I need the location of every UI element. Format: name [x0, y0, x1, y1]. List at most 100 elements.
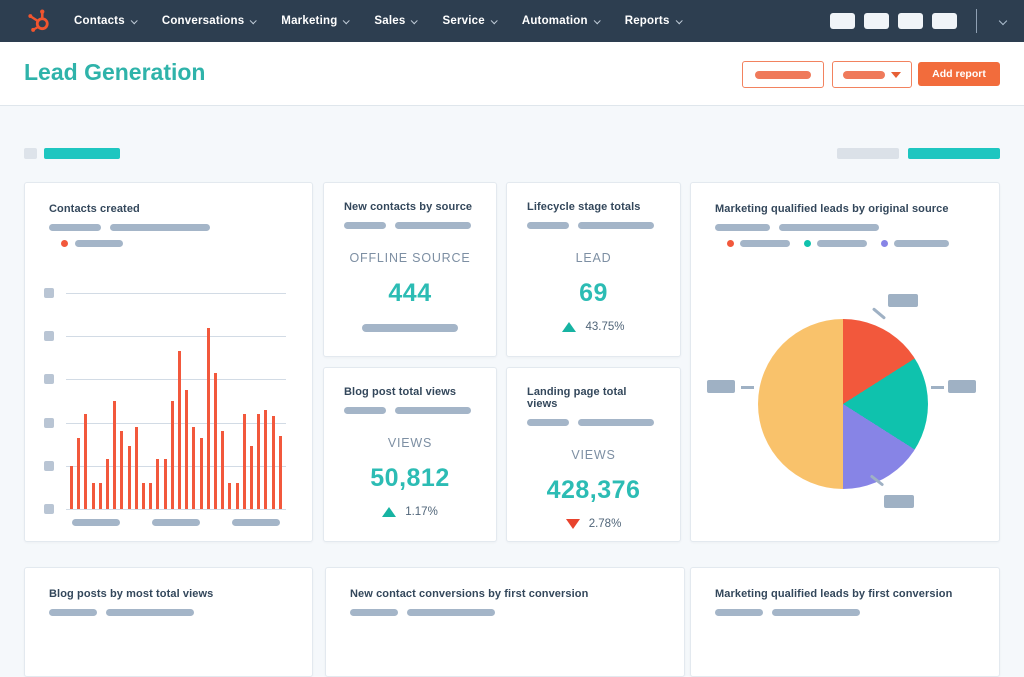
toolbar-action-placeholder[interactable]: [908, 148, 1000, 159]
bar: [91, 483, 95, 509]
trend-up-icon: [562, 322, 577, 332]
y-tick-placeholder: [44, 331, 54, 342]
hubspot-logo-icon[interactable]: [24, 6, 54, 36]
legend-dot-icon: [727, 240, 734, 247]
card-blog-posts-most-views: Blog posts by most total views: [24, 567, 313, 677]
toolbar-option-placeholder[interactable]: [837, 148, 899, 159]
bar: [250, 446, 254, 509]
trend-up-icon: [382, 507, 397, 517]
text-placeholder: [110, 224, 210, 231]
x-tick-placeholder: [232, 519, 280, 526]
bar: [228, 483, 232, 509]
header-dropdown-button[interactable]: [832, 61, 912, 88]
nav-item-reports[interactable]: Reports: [624, 15, 683, 27]
bar: [142, 483, 146, 509]
header-action-button-1[interactable]: [742, 61, 824, 88]
metric-label: LEAD: [575, 251, 612, 265]
bar: [149, 483, 153, 509]
chart-legend: [61, 240, 288, 247]
pie-callout-line: [871, 307, 887, 320]
nav-right-tools: [830, 0, 1024, 42]
x-tick-placeholder: [152, 519, 200, 526]
y-tick-placeholder: [44, 417, 54, 428]
delta-value: 43.75%: [585, 321, 625, 333]
toolbar-filter-placeholder[interactable]: [44, 148, 120, 159]
legend-dot-icon: [881, 240, 888, 247]
text-placeholder: [527, 419, 569, 426]
bar: [127, 446, 131, 509]
text-placeholder: [772, 609, 860, 616]
card-mql-by-first-conversion: Marketing qualified leads by first conve…: [690, 567, 1000, 677]
chevron-down-icon: [249, 16, 258, 24]
y-tick-placeholder: [44, 460, 54, 471]
bar: [257, 413, 261, 509]
card-title: Marketing qualified leads by original so…: [715, 203, 949, 215]
chevron-down-icon: [343, 16, 351, 24]
pie-legend: [727, 240, 975, 247]
bar: [120, 431, 124, 509]
nav-item-label: Sales: [374, 15, 406, 27]
card-contacts-created: Contacts created: [24, 182, 313, 542]
text-placeholder: [779, 224, 879, 231]
text-placeholder: [715, 609, 763, 616]
x-axis-labels: [66, 519, 286, 526]
pie-chart: [758, 319, 928, 489]
card-title: Contacts created: [49, 203, 140, 215]
nav-tool-icon-placeholder[interactable]: [864, 13, 889, 29]
nav-item-sales[interactable]: Sales: [374, 15, 419, 27]
bar: [221, 431, 225, 509]
text-placeholder: [344, 222, 386, 229]
card-subtitle-placeholders: [527, 222, 660, 229]
redacted-button-label: [755, 70, 811, 79]
card-title: Blog post total views: [344, 386, 457, 398]
metric-delta: 2.78%: [527, 518, 660, 530]
text-placeholder: [715, 224, 770, 231]
nav-item-conversations[interactable]: Conversations: [161, 15, 258, 27]
chevron-down-icon: [675, 16, 683, 24]
bar: [235, 483, 239, 509]
text-placeholder: [578, 222, 654, 229]
metric-value: 444: [388, 279, 432, 307]
trend-down-icon: [565, 519, 580, 529]
legend-dot-icon: [804, 240, 811, 247]
add-report-button[interactable]: Add report: [918, 62, 1000, 86]
card-title: New contact conversions by first convers…: [350, 588, 589, 600]
pie-callout-label-placeholder: [884, 495, 914, 508]
nav-menu: Contacts Conversations Marketing Sales Servi…: [74, 15, 683, 27]
metric-value: 428,376: [546, 476, 641, 504]
nav-item-service[interactable]: Service: [442, 15, 498, 27]
nav-item-marketing[interactable]: Marketing: [281, 15, 351, 27]
nav-item-label: Conversations: [161, 15, 245, 27]
metric-delta: 1.17%: [344, 506, 476, 518]
nav-item-label: Reports: [624, 15, 670, 27]
card-subtitle-placeholders: [344, 222, 476, 229]
legend-label-placeholder: [740, 240, 790, 247]
card-subtitle-placeholders: [715, 224, 975, 231]
nav-tool-icon-placeholder[interactable]: [830, 13, 855, 29]
bar: [214, 372, 218, 509]
toolbar-icon-placeholder[interactable]: [24, 148, 37, 159]
card-subtitle-placeholders: [527, 419, 660, 426]
nav-item-automation[interactable]: Automation: [522, 15, 601, 27]
bar: [206, 327, 210, 509]
account-chevron-down-icon[interactable]: [998, 16, 1008, 26]
metric-value: 69: [579, 279, 608, 307]
card-blog-post-total-views: Blog post total views VIEWS 50,812 1.17%: [323, 367, 497, 542]
bar: [271, 416, 275, 509]
nav-item-contacts[interactable]: Contacts: [74, 15, 138, 27]
y-tick-placeholder: [44, 288, 54, 298]
bar: [70, 465, 73, 509]
nav-tool-icon-placeholder[interactable]: [932, 13, 957, 29]
text-placeholder: [578, 419, 654, 426]
text-placeholder: [395, 407, 471, 414]
card-lifecycle-stage-totals: Lifecycle stage totals LEAD 69 43.75%: [506, 182, 681, 357]
metric-label: OFFLINE SOURCE: [349, 251, 471, 265]
chevron-down-icon: [411, 16, 419, 24]
card-title: Blog posts by most total views: [49, 588, 214, 600]
nav-item-label: Marketing: [281, 15, 338, 27]
nav-tool-icon-placeholder[interactable]: [898, 13, 923, 29]
bar: [199, 437, 203, 509]
card-subtitle-placeholders: [715, 609, 975, 616]
bar: [264, 409, 268, 509]
pie-callout-label-placeholder: [888, 294, 918, 307]
